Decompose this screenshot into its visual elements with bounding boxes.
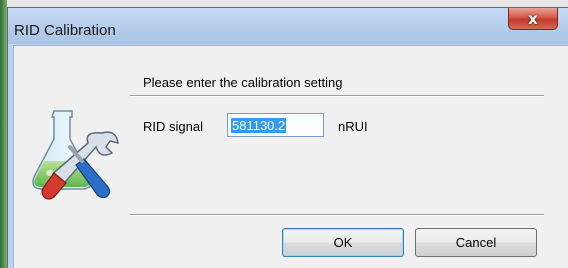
titlebar[interactable]: RID Calibration x (8, 8, 568, 44)
rid-signal-label: RID signal (143, 119, 203, 134)
dialog-body: Please enter the calibration setting RID… (13, 45, 568, 268)
window-title: RID Calibration (14, 22, 116, 39)
unit-label: nRUI (338, 119, 368, 134)
rid-signal-value: 581130.2 (231, 118, 287, 133)
close-icon: x (528, 9, 538, 28)
close-button[interactable]: x (508, 8, 558, 30)
divider-bottom (130, 214, 544, 216)
prompt-text: Please enter the calibration setting (143, 75, 343, 90)
background-strip-top (0, 0, 568, 7)
dialog-window: RID Calibration x Please enter the calib… (7, 7, 568, 268)
background-app-edge (0, 0, 7, 268)
divider-top (130, 95, 544, 97)
ok-button[interactable]: OK (282, 228, 404, 257)
flask-tools-icon (24, 103, 124, 203)
rid-signal-input[interactable]: 581130.2 (227, 113, 324, 137)
cancel-button[interactable]: Cancel (415, 228, 537, 257)
